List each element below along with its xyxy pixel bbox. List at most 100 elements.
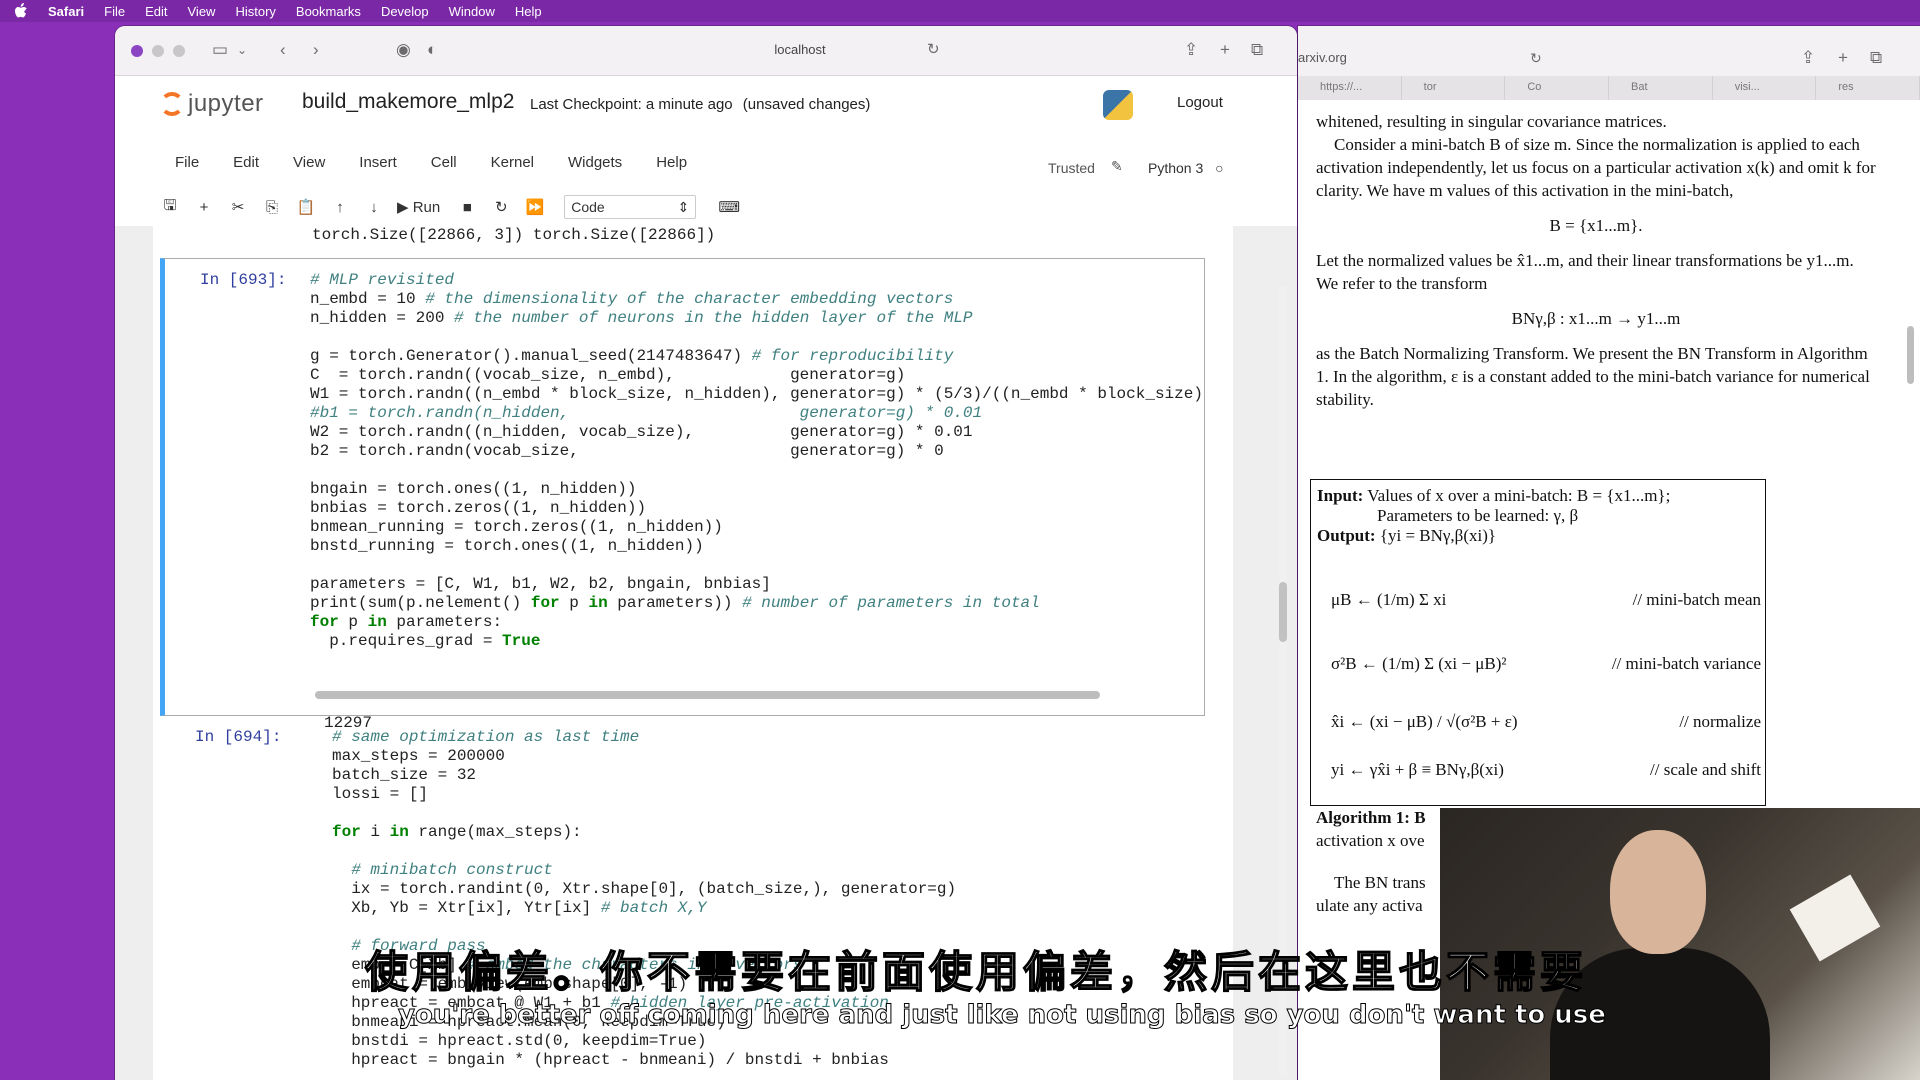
- jmenu-cell[interactable]: Cell: [431, 154, 457, 184]
- insert-cell-icon[interactable]: +: [187, 199, 221, 216]
- menu-edit[interactable]: Edit: [145, 4, 167, 19]
- kernel-status-icon: ○: [1215, 160, 1224, 176]
- cell-type-select[interactable]: Code ⇕: [564, 195, 697, 219]
- copy-icon[interactable]: ⎘: [255, 199, 289, 216]
- share-icon[interactable]: ⇪: [1184, 40, 1198, 60]
- jupyter-logo-icon: [160, 92, 184, 116]
- paper-title-bar: arxiv.org ↻ ⇪ + ⧉: [1298, 26, 1920, 76]
- notebook-name[interactable]: build_makemore_mlp2: [302, 90, 514, 114]
- code-cell-selected[interactable]: In [693]: # MLP revisited n_embd = 10 # …: [160, 258, 1205, 732]
- algo-comment: // mini-batch variance: [1611, 654, 1761, 673]
- menu-bookmarks[interactable]: Bookmarks: [296, 4, 361, 19]
- algo-comment: // normalize: [1679, 712, 1761, 731]
- algo-equation: σ²B ← (1/m) Σ (xi − μB)²: [1331, 654, 1507, 673]
- stop-icon[interactable]: ■: [450, 199, 484, 216]
- chevron-down-icon[interactable]: ⌄: [237, 40, 247, 60]
- algo-output-label: Output:: [1317, 526, 1376, 545]
- algo-equation: x̂i ← (xi − μB) / √(σ²B + ε): [1331, 712, 1518, 731]
- checkpoint-text: Last Checkpoint: a minute ago: [530, 96, 733, 113]
- apple-icon[interactable]: [14, 3, 28, 19]
- tabs-overview-icon[interactable]: ⧉: [1251, 40, 1263, 60]
- restart-icon[interactable]: ↻: [484, 198, 518, 216]
- paper-paragraph: as the Batch Normalizing Transform. We p…: [1316, 344, 1870, 409]
- menu-history[interactable]: History: [235, 4, 275, 19]
- paper-address-bar[interactable]: arxiv.org: [1298, 50, 1347, 65]
- jmenu-kernel[interactable]: Kernel: [491, 154, 534, 184]
- subtitle-english: you're better off coming here and just l…: [398, 1000, 1607, 1031]
- keyboard-icon[interactable]: ⌨: [712, 198, 746, 216]
- save-icon[interactable]: 🖫: [153, 195, 187, 220]
- cell-prompt-2: In [694]:: [195, 728, 282, 746]
- paper-paragraph: Let the normalized values be x̂1...m, an…: [1316, 251, 1854, 293]
- paper-scrollbar[interactable]: [1907, 326, 1914, 384]
- jmenu-insert[interactable]: Insert: [359, 154, 397, 184]
- paper-share-icon[interactable]: ⇪: [1801, 48, 1815, 68]
- window-controls: [131, 45, 185, 57]
- menu-develop[interactable]: Develop: [381, 4, 429, 19]
- menu-help[interactable]: Help: [515, 4, 542, 19]
- trusted-indicator[interactable]: Trusted: [1048, 160, 1095, 176]
- edit-pencil-icon[interactable]: ✎: [1111, 158, 1123, 175]
- paste-icon[interactable]: 📋: [289, 198, 323, 216]
- title-bar: ▭ ⌄ ‹ › ◉ ◐ localhost ↻ ⇪ + ⧉: [115, 26, 1297, 76]
- tab-6[interactable]: res: [1816, 76, 1920, 100]
- paper-reload-icon[interactable]: ↻: [1530, 48, 1542, 68]
- unsaved-indicator: (unsaved changes): [742, 96, 871, 113]
- forward-icon[interactable]: ›: [313, 40, 319, 60]
- tab-2[interactable]: tor: [1402, 76, 1506, 100]
- paper-content: whitened, resulting in singular covarian…: [1316, 110, 1876, 411]
- menu-view[interactable]: View: [188, 4, 216, 19]
- equation: B = {x1...m}.: [1549, 216, 1643, 235]
- horizontal-scrollbar[interactable]: [315, 691, 1100, 699]
- notebook-toolbar: 🖫 + ✂ ⎘ 📋 ↑ ↓ ▶ Run ■ ↻ ⏩ Code ⇕ ⌨: [153, 194, 746, 220]
- new-tab-icon[interactable]: +: [1220, 40, 1230, 60]
- tab-4[interactable]: Bat: [1609, 76, 1713, 100]
- checkpoint-status: Last Checkpoint: a minute ago (unsaved c…: [530, 96, 870, 113]
- code-editor[interactable]: # MLP revisited n_embd = 10 # the dimens…: [310, 271, 1203, 651]
- paper-text: The BN trans: [1334, 873, 1426, 892]
- jupyter-logo[interactable]: jupyter: [160, 90, 264, 118]
- address-bar[interactable]: localhost: [675, 42, 925, 57]
- menu-safari[interactable]: Safari: [48, 4, 84, 19]
- move-up-icon[interactable]: ↑: [323, 199, 357, 216]
- algo-output-text: {yi = BNγ,β(xi)}: [1379, 526, 1497, 545]
- jupyter-header: jupyter build_makemore_mlp2 Last Checkpo…: [115, 76, 1297, 128]
- scroll-thumb[interactable]: [1279, 582, 1287, 642]
- tab-1[interactable]: https://...: [1298, 76, 1402, 100]
- paper-paragraph-bottom: The BN trans ulate any activa: [1316, 871, 1426, 917]
- cut-icon[interactable]: ✂: [221, 198, 255, 216]
- jmenu-widgets[interactable]: Widgets: [568, 154, 622, 184]
- back-icon[interactable]: ‹: [280, 40, 286, 60]
- move-down-icon[interactable]: ↓: [357, 199, 391, 216]
- privacy-icon[interactable]: ◉: [396, 40, 411, 60]
- menu-window[interactable]: Window: [449, 4, 495, 19]
- jmenu-edit[interactable]: Edit: [233, 154, 259, 184]
- jmenu-file[interactable]: File: [175, 154, 199, 184]
- tab-5[interactable]: visi...: [1713, 76, 1817, 100]
- zoom-button[interactable]: [173, 45, 185, 57]
- menu-file[interactable]: File: [104, 4, 125, 19]
- kernel-indicator: Python 3 ○: [1148, 160, 1224, 176]
- algo-input-text: Values of x over a mini-batch: B = {x1..…: [1367, 486, 1671, 505]
- jmenu-help[interactable]: Help: [656, 154, 687, 184]
- sidebar-icon[interactable]: ▭: [212, 40, 228, 60]
- paper-new-tab-icon[interactable]: +: [1838, 48, 1848, 68]
- minimize-button[interactable]: [152, 45, 164, 57]
- logout-button[interactable]: Logout: [1167, 88, 1233, 117]
- fast-forward-icon[interactable]: ⏩: [518, 198, 552, 216]
- algo-input-label: Input:: [1317, 486, 1364, 505]
- tab-3[interactable]: Co: [1505, 76, 1610, 100]
- algo-equation: yi ← γx̂i + β ≡ BNγ,β(xi): [1331, 760, 1504, 779]
- close-button[interactable]: [131, 45, 143, 57]
- algo-comment: // scale and shift: [1650, 760, 1761, 779]
- subtitle-chinese: 使用偏差。你不需要在前面使用偏差，然后在这里也不需要: [364, 947, 1587, 999]
- shield-icon[interactable]: ◐: [427, 40, 437, 60]
- jupyter-logo-text: jupyter: [188, 90, 264, 117]
- paper-tabs-icon[interactable]: ⧉: [1870, 48, 1882, 68]
- run-label: Run: [412, 199, 441, 216]
- reload-icon[interactable]: ↻: [927, 40, 940, 60]
- algo-caption-text: activation x ove: [1316, 831, 1425, 850]
- run-button[interactable]: ▶ Run: [391, 198, 450, 216]
- jmenu-view[interactable]: View: [293, 154, 325, 184]
- select-arrows-icon: ⇕: [677, 199, 690, 215]
